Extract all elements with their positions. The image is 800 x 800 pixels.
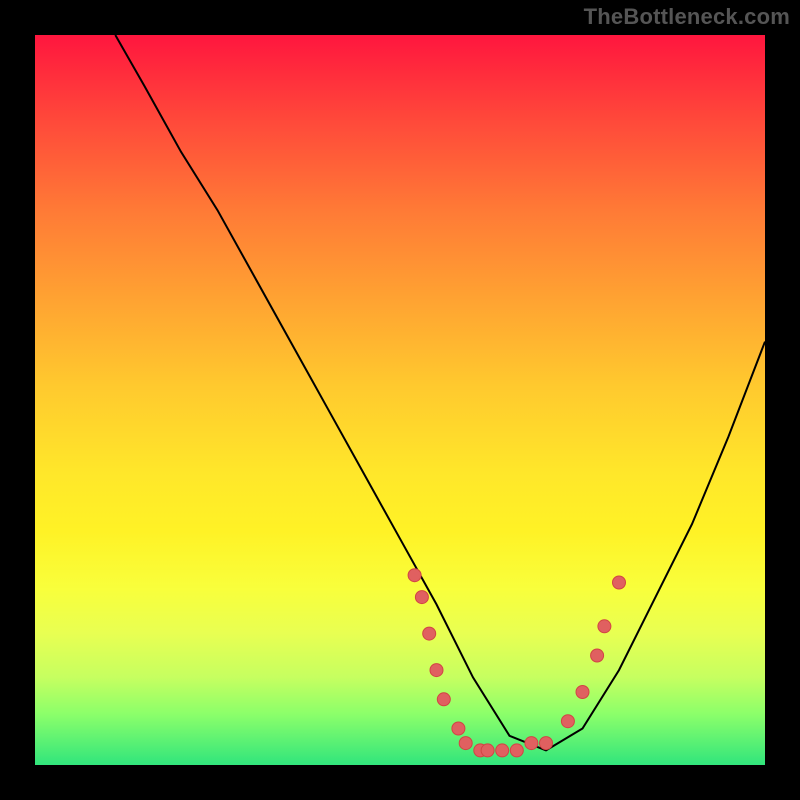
highlight-dot — [598, 620, 611, 633]
highlight-dot — [613, 576, 626, 589]
highlight-dot — [459, 737, 472, 750]
highlight-dot — [510, 744, 523, 757]
highlight-dot — [452, 722, 465, 735]
highlight-dot — [408, 569, 421, 582]
highlight-dot — [496, 744, 509, 757]
highlight-dot — [481, 744, 494, 757]
watermark-text: TheBottleneck.com — [584, 4, 790, 30]
highlight-dot — [591, 649, 604, 662]
highlight-dot — [525, 737, 538, 750]
bottleneck-curve — [115, 35, 765, 750]
highlight-dot — [423, 627, 436, 640]
highlight-dot — [437, 693, 450, 706]
highlight-dot — [430, 664, 443, 677]
highlight-dot — [561, 715, 574, 728]
highlight-dots — [408, 569, 625, 757]
chart-stage: TheBottleneck.com — [0, 0, 800, 800]
highlight-dot — [576, 686, 589, 699]
plot-area — [35, 35, 765, 765]
highlight-dot — [540, 737, 553, 750]
curve-svg — [35, 35, 765, 765]
highlight-dot — [415, 591, 428, 604]
